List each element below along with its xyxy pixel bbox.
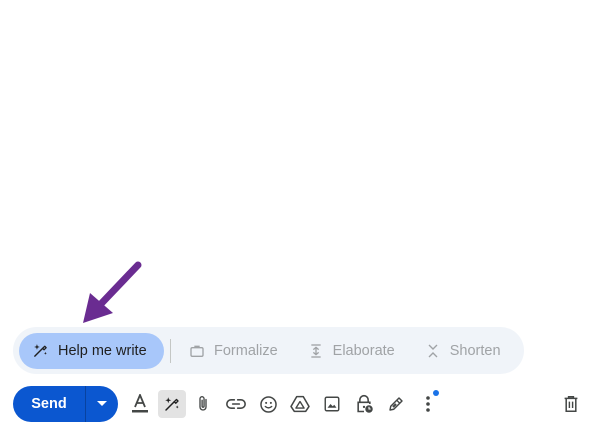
divider xyxy=(170,338,171,363)
insert-link-button[interactable] xyxy=(222,390,250,418)
insert-emoji-button[interactable] xyxy=(254,390,282,418)
pen-icon xyxy=(389,397,403,411)
more-send-options-button[interactable] xyxy=(86,386,118,422)
insert-signature-button[interactable] xyxy=(382,390,410,418)
discard-draft-button[interactable] xyxy=(557,390,585,418)
help-me-write-toolbar-button[interactable] xyxy=(158,390,186,418)
google-drive-button[interactable] xyxy=(286,390,314,418)
shorten-button[interactable]: Shorten xyxy=(425,342,501,360)
attach-files-button[interactable] xyxy=(189,390,217,418)
notification-dot xyxy=(433,390,439,396)
help-me-write-label: Help me write xyxy=(58,342,147,359)
emoji-icon xyxy=(259,395,277,413)
link-icon xyxy=(226,399,246,409)
text-format-icon xyxy=(132,394,148,413)
elaborate-label: Elaborate xyxy=(332,342,395,359)
google-drive-icon xyxy=(290,395,310,413)
help-me-write-button[interactable]: Help me write xyxy=(19,332,164,369)
lock-clock-icon xyxy=(357,394,373,413)
photo-icon xyxy=(324,396,340,412)
compose-window: Help me write Formalize Elaborate Shorte… xyxy=(0,0,594,431)
expand-vertical-icon xyxy=(310,343,321,358)
collapse-vertical-icon xyxy=(428,344,438,357)
more-vert-icon xyxy=(426,396,430,412)
send-button[interactable]: Send xyxy=(13,386,85,422)
compose-toolbar: Send xyxy=(13,386,583,422)
send-button-group: Send xyxy=(13,386,118,422)
trash-icon xyxy=(564,396,578,412)
pen-sparkle-icon xyxy=(34,344,47,357)
insert-photo-button[interactable] xyxy=(318,390,346,418)
briefcase-icon xyxy=(190,345,204,357)
caret-down-icon xyxy=(97,401,107,406)
ai-suggestions-bar: Help me write Formalize Elaborate Shorte… xyxy=(13,327,524,374)
confidential-mode-button[interactable] xyxy=(350,390,378,418)
formalize-label: Formalize xyxy=(214,342,278,359)
elaborate-button[interactable]: Elaborate xyxy=(308,342,395,360)
paperclip-icon xyxy=(199,396,207,411)
annotation-arrow xyxy=(83,261,142,323)
formalize-button[interactable]: Formalize xyxy=(189,343,278,359)
pen-sparkle-icon xyxy=(165,397,179,411)
formatting-options-button[interactable] xyxy=(126,390,154,418)
shorten-label: Shorten xyxy=(449,342,501,359)
